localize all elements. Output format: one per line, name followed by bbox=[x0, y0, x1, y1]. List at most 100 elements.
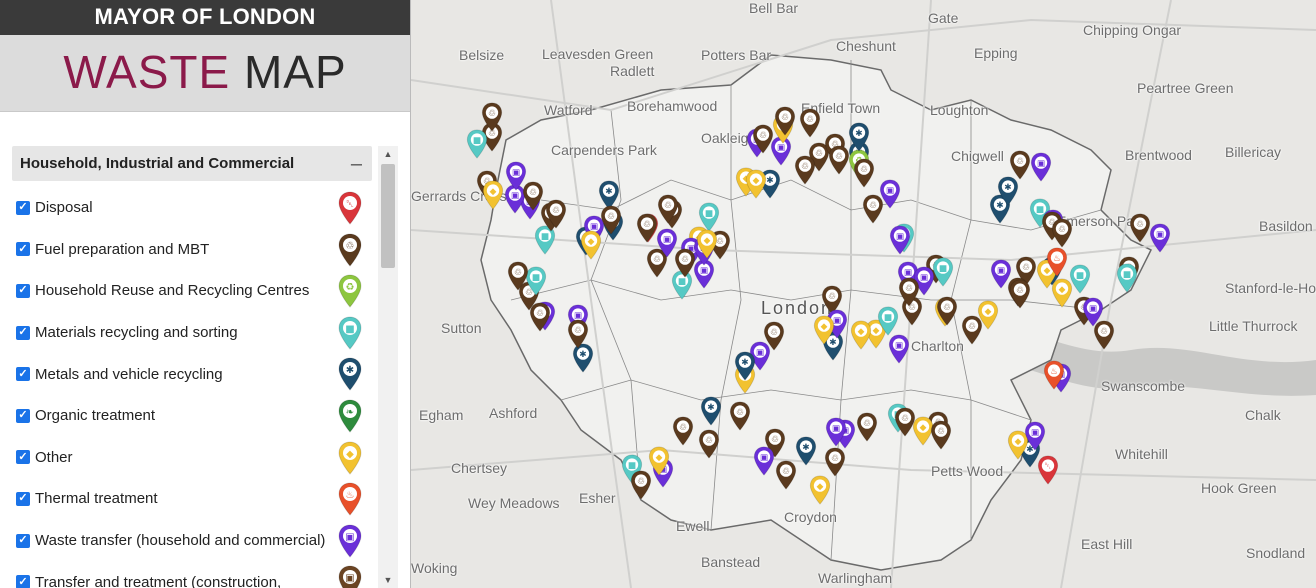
facility-marker-recycle-icon[interactable]: ♲ bbox=[1093, 320, 1115, 350]
map-view[interactable]: Chipping Ongar Belsize Leavesden Green Pott… bbox=[411, 0, 1316, 588]
facility-marker-recycle-icon[interactable]: ♲ bbox=[600, 205, 622, 235]
facility-marker-recycle-icon[interactable]: ♲ bbox=[862, 194, 884, 224]
facility-marker-recycle-icon[interactable]: ♲ bbox=[930, 420, 952, 450]
category-checkbox[interactable]: ✓ bbox=[16, 491, 30, 506]
facility-marker-recycle-icon[interactable]: ♲ bbox=[794, 155, 816, 185]
svg-text:♲: ♲ bbox=[782, 467, 790, 477]
facility-marker-bottle-icon[interactable]: ■ bbox=[877, 306, 899, 336]
facility-marker-recycle-icon[interactable]: ♲ bbox=[481, 102, 503, 132]
facility-marker-bin-icon[interactable]: ␡ bbox=[1037, 455, 1059, 485]
category-checkbox[interactable]: ✓ bbox=[16, 367, 30, 382]
svg-text:♲: ♲ bbox=[828, 292, 836, 302]
facility-marker-diamond-icon[interactable]: ◆ bbox=[1051, 278, 1073, 308]
category-item[interactable]: ✓ Materials recycling and sorting ■ bbox=[12, 312, 372, 354]
svg-text:◆: ◆ bbox=[490, 187, 497, 197]
facility-marker-diamond-icon[interactable]: ◆ bbox=[809, 475, 831, 505]
facility-marker-diamond-icon[interactable]: ◆ bbox=[482, 180, 504, 210]
section-header[interactable]: Household, Industrial and Commercial – bbox=[12, 146, 372, 181]
facility-marker-gear-icon[interactable]: ✱ bbox=[848, 122, 870, 152]
facility-marker-recycle-icon[interactable]: ♲ bbox=[657, 194, 679, 224]
svg-text:♲: ♲ bbox=[869, 201, 877, 211]
svg-text:✱: ✱ bbox=[707, 403, 714, 413]
scroll-down-icon[interactable]: ▼ bbox=[378, 572, 398, 588]
facility-marker-gear-icon[interactable]: ✱ bbox=[795, 436, 817, 466]
facility-marker-bottle-icon[interactable]: ■ bbox=[698, 202, 720, 232]
facility-marker-recycle-icon[interactable]: ♲ bbox=[698, 429, 720, 459]
facility-marker-recycle-icon[interactable]: ♲ bbox=[774, 106, 796, 136]
facility-marker-recycle-icon[interactable]: ♲ bbox=[672, 416, 694, 446]
facility-marker-recycle-icon[interactable]: ♲ bbox=[1129, 213, 1151, 243]
facility-marker-truck-icon[interactable]: ▣ bbox=[889, 225, 911, 255]
facility-marker-recycle-icon[interactable]: ♲ bbox=[630, 470, 652, 500]
facility-marker-truck-icon[interactable]: ▣ bbox=[1030, 152, 1052, 182]
facility-marker-recycle-icon[interactable]: ♲ bbox=[898, 277, 920, 307]
facility-marker-gear-icon[interactable]: ✱ bbox=[700, 396, 722, 426]
scroll-up-icon[interactable]: ▲ bbox=[378, 146, 398, 162]
facility-marker-flame-icon[interactable]: ♨ bbox=[1043, 360, 1065, 390]
facility-marker-recycle-icon[interactable]: ♲ bbox=[529, 302, 551, 332]
facility-marker-bottle-icon[interactable]: ■ bbox=[932, 257, 954, 287]
facility-marker-flame-icon[interactable]: ♨ bbox=[1046, 247, 1068, 277]
category-item[interactable]: ✓ Disposal ␡ bbox=[12, 187, 372, 229]
category-item[interactable]: ✓ Other ◆ bbox=[12, 437, 372, 479]
facility-marker-diamond-icon[interactable]: ◆ bbox=[745, 169, 767, 199]
category-checkbox[interactable]: ✓ bbox=[16, 200, 30, 215]
category-item[interactable]: ✓ Thermal treatment ♨ bbox=[12, 478, 372, 520]
facility-marker-recycle-icon[interactable]: ♲ bbox=[674, 248, 696, 278]
facility-marker-recycle-icon[interactable]: ♲ bbox=[507, 261, 529, 291]
facility-marker-recycle-icon[interactable]: ♲ bbox=[894, 407, 916, 437]
category-checkbox[interactable]: ✓ bbox=[16, 325, 30, 340]
facility-marker-diamond-icon[interactable]: ◆ bbox=[850, 320, 872, 350]
category-item[interactable]: ✓ Organic treatment ❧ bbox=[12, 395, 372, 437]
title-map: MAP bbox=[243, 46, 347, 98]
svg-text:▣: ▣ bbox=[1031, 428, 1039, 438]
facility-marker-recycle-icon[interactable]: ♲ bbox=[936, 296, 958, 326]
category-checkbox[interactable]: ✓ bbox=[16, 575, 30, 588]
facility-marker-truck-icon[interactable]: ▣ bbox=[825, 417, 847, 447]
facility-marker-bottle-icon[interactable]: ■ bbox=[466, 129, 488, 159]
category-checkbox[interactable]: ✓ bbox=[16, 450, 30, 465]
facility-marker-truck-icon[interactable]: ▣ bbox=[1024, 421, 1046, 451]
facility-marker-recycle-icon[interactable]: ♲ bbox=[545, 199, 567, 229]
category-item[interactable]: ✓ Metals and vehicle recycling ✱ bbox=[12, 353, 372, 395]
facility-marker-truck-icon[interactable]: ▣ bbox=[1149, 223, 1171, 253]
bin-icon: ␡ bbox=[338, 191, 362, 225]
category-checkbox[interactable]: ✓ bbox=[16, 242, 30, 257]
facility-marker-recycle-icon[interactable]: ♲ bbox=[752, 124, 774, 154]
facility-marker-recycle-icon[interactable]: ♲ bbox=[522, 181, 544, 211]
facility-marker-recycle-icon[interactable]: ♲ bbox=[1051, 218, 1073, 248]
facility-marker-diamond-icon[interactable]: ◆ bbox=[977, 300, 999, 330]
facility-marker-gear-icon[interactable]: ✱ bbox=[734, 351, 756, 381]
svg-text:♲: ♲ bbox=[664, 201, 672, 211]
facility-marker-truck-icon[interactable]: ▣ bbox=[753, 446, 775, 476]
facility-marker-recycle-icon[interactable]: ♲ bbox=[853, 158, 875, 188]
scrollbar[interactable]: ▲ ▼ bbox=[378, 146, 398, 588]
facility-marker-recycle-icon[interactable]: ♲ bbox=[1009, 279, 1031, 309]
facility-marker-recycle-icon[interactable]: ♲ bbox=[567, 319, 589, 349]
facility-marker-recycle-icon[interactable]: ♲ bbox=[636, 213, 658, 243]
svg-text:␡: ␡ bbox=[1044, 462, 1051, 472]
collapse-icon[interactable]: – bbox=[351, 154, 362, 174]
facility-marker-recycle-icon[interactable]: ♲ bbox=[775, 460, 797, 490]
category-checkbox[interactable]: ✓ bbox=[16, 283, 30, 298]
category-checkbox[interactable]: ✓ bbox=[16, 533, 30, 548]
category-item[interactable]: ✓ Waste transfer (household and commercia… bbox=[12, 520, 372, 562]
category-item[interactable]: ✓ Household Reuse and Recycling Centres ♻ bbox=[12, 270, 372, 312]
svg-text:◆: ◆ bbox=[588, 237, 595, 247]
facility-marker-recycle-icon[interactable]: ♲ bbox=[799, 108, 821, 138]
category-item[interactable]: ✓ Transfer and treatment (construction, ▣ bbox=[12, 561, 372, 588]
facility-marker-diamond-icon[interactable]: ◆ bbox=[696, 229, 718, 259]
scroll-thumb[interactable] bbox=[381, 164, 395, 268]
facility-marker-diamond-icon[interactable]: ◆ bbox=[580, 230, 602, 260]
svg-text:■: ■ bbox=[345, 324, 354, 335]
category-item[interactable]: ✓ Fuel preparation and MBT ♲ bbox=[12, 229, 372, 271]
facility-marker-recycle-icon[interactable]: ♲ bbox=[729, 401, 751, 431]
facility-marker-recycle-icon[interactable]: ♲ bbox=[856, 412, 878, 442]
facility-marker-diamond-icon[interactable]: ◆ bbox=[813, 315, 835, 345]
facility-marker-truck-icon[interactable]: ▣ bbox=[888, 334, 910, 364]
facility-marker-gear-icon[interactable]: ✱ bbox=[997, 176, 1019, 206]
facility-marker-recycle-icon[interactable]: ♲ bbox=[824, 447, 846, 477]
facility-marker-bottle-icon[interactable]: ■ bbox=[1116, 263, 1138, 293]
category-checkbox[interactable]: ✓ bbox=[16, 408, 30, 423]
facility-marker-recycle-icon[interactable]: ♲ bbox=[828, 145, 850, 175]
